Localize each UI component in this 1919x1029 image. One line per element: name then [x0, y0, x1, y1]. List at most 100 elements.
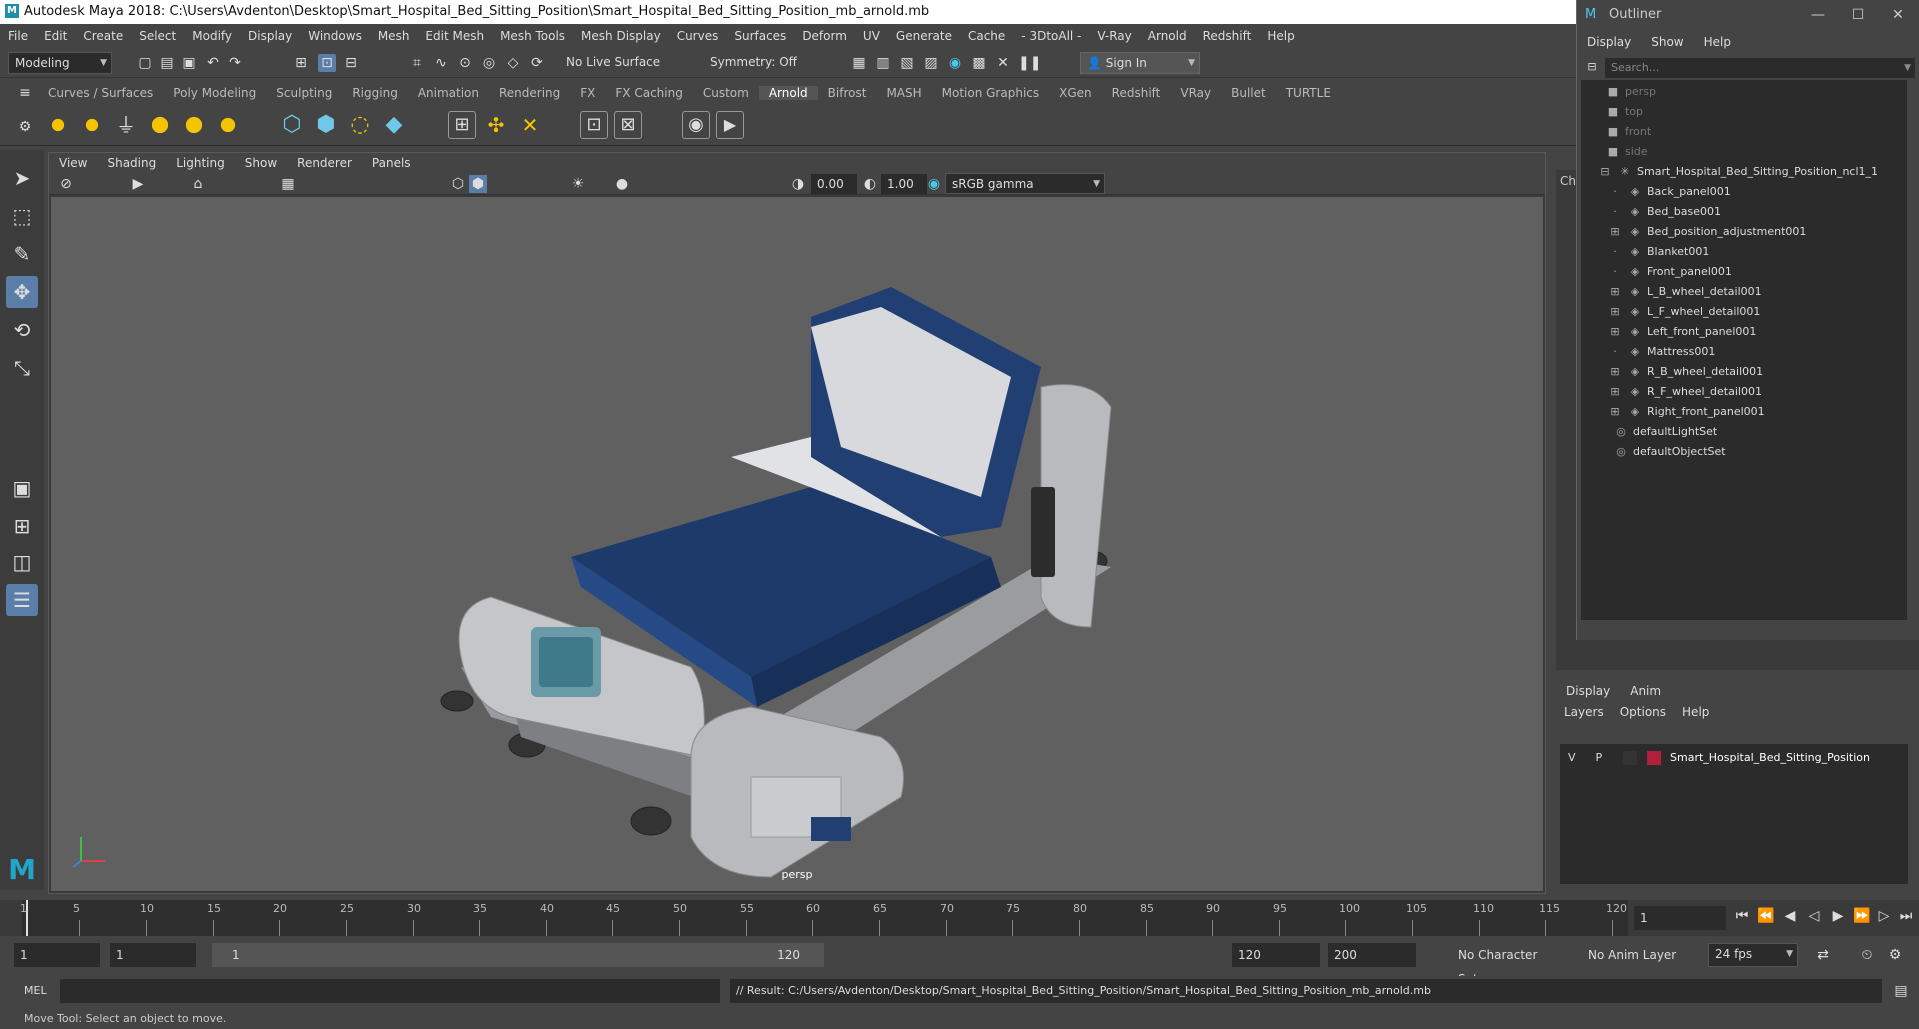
step-back-key-icon[interactable]: ⏪ [1756, 906, 1776, 926]
render-view-shelf-icon[interactable]: ⊡ [580, 111, 608, 139]
snap-rotate-icon[interactable]: ⟳ [528, 54, 546, 72]
command-input[interactable] [60, 979, 720, 1003]
start-time-field[interactable]: 1 [14, 943, 100, 967]
outliner-item[interactable]: ⊞ ◈ L_F_wheel_detail001 [1607, 302, 1760, 322]
paint-select-tool-icon[interactable]: ✎ [6, 238, 38, 270]
outliner-item[interactable]: · ◈ Back_panel001 [1607, 182, 1730, 202]
redo-icon[interactable]: ↷ [226, 54, 244, 72]
loop-icon[interactable]: ⇄ [1814, 946, 1832, 964]
export-standin-icon[interactable]: ⬢ [312, 111, 340, 139]
menu-mesh-display[interactable]: Mesh Display [573, 29, 669, 43]
menu-select[interactable]: Select [131, 29, 184, 43]
panel-menu-shading[interactable]: Shading [97, 156, 166, 170]
color-space-dropdown[interactable]: sRGB gamma ▼ [945, 173, 1105, 194]
arnold-render-icon[interactable]: ✕ [994, 54, 1012, 72]
spot-light-icon[interactable]: ⏚ [112, 111, 140, 139]
select-component-icon[interactable]: ⊟ [342, 54, 360, 72]
shelf-tab-turtle[interactable]: TURTLE [1276, 86, 1341, 100]
render-view-icon[interactable]: ▩ [970, 54, 988, 72]
expand-icon[interactable]: ⊞ [1607, 282, 1623, 302]
current-frame-field[interactable]: 1 [1634, 906, 1726, 930]
open-scene-icon[interactable]: ▤ [158, 54, 176, 72]
panel-menu-view[interactable]: View [49, 156, 97, 170]
bookmark-icon[interactable]: ⌂ [189, 175, 207, 193]
play-backward-icon[interactable]: ◁ [1804, 906, 1824, 926]
shelf-tab-animation[interactable]: Animation [408, 86, 489, 100]
four-view-layout-icon[interactable]: ⊞ [6, 510, 38, 542]
layer-tab-anim[interactable]: Anim [1620, 684, 1671, 698]
outliner-item[interactable]: ⊟ ✳ Smart_Hospital_Bed_Sitting_Position_nc… [1597, 162, 1878, 182]
menu-redshift[interactable]: Redshift [1195, 29, 1260, 43]
end-time-field[interactable]: 120 [1232, 943, 1320, 967]
outliner-item[interactable]: ◎ defaultObjectSet [1613, 442, 1725, 462]
select-object-icon[interactable]: ⊡ [318, 54, 336, 72]
outliner-item[interactable]: ◎ defaultLightSet [1613, 422, 1717, 442]
shelf-tab-curves-surfaces[interactable]: Curves / Surfaces [38, 86, 163, 100]
menu-uv[interactable]: UV [855, 29, 888, 43]
menu-cache[interactable]: Cache [960, 29, 1013, 43]
layer-menu-options[interactable]: Options [1612, 705, 1674, 719]
render-sequence-icon[interactable]: ▥ [874, 54, 892, 72]
symmetry-dropdown[interactable]: Symmetry: Off [704, 52, 804, 74]
shelf-tab-bifrost[interactable]: Bifrost [818, 86, 877, 100]
fps-dropdown[interactable]: 24 fps ▼ [1708, 943, 1798, 967]
shelf-menu-icon[interactable]: ≡ [16, 84, 34, 102]
expand-icon[interactable]: ⊞ [1607, 302, 1623, 322]
menu-modify[interactable]: Modify [184, 29, 240, 43]
save-scene-icon[interactable]: ▣ [180, 54, 198, 72]
shelf-tab-bullet[interactable]: Bullet [1221, 86, 1276, 100]
outliner-item[interactable]: · ◈ Mattress001 [1607, 342, 1715, 362]
hypershade-icon[interactable]: ◉ [946, 54, 964, 72]
shelf-tab-xgen[interactable]: XGen [1049, 86, 1102, 100]
volume-icon[interactable]: ◌ [346, 111, 374, 139]
outliner-item[interactable]: · ◈ Blanket001 [1607, 242, 1709, 262]
camera-select-icon[interactable]: ⊘ [57, 175, 75, 193]
sign-in-button[interactable]: 👤 Sign In ▼ [1080, 52, 1200, 74]
snap-point-icon[interactable]: ⊙ [456, 54, 474, 72]
flush-cache-icon[interactable]: ✣ [482, 111, 510, 139]
new-scene-icon[interactable]: ▢ [136, 54, 154, 72]
layer-menu-layers[interactable]: Layers [1556, 705, 1612, 719]
channel-box-tab[interactable]: Ch [1560, 174, 1576, 188]
auto-key-icon[interactable]: ⏲ [1858, 946, 1876, 964]
filter-icon[interactable]: ⊟ [1583, 58, 1601, 76]
outliner-item[interactable]: ⊞ ◈ Left_front_panel001 [1607, 322, 1756, 342]
shelf-settings-icon[interactable]: ⚙ [16, 118, 34, 136]
menu-mesh-tools[interactable]: Mesh Tools [492, 29, 573, 43]
undo-icon[interactable]: ↶ [204, 54, 222, 72]
outliner-item[interactable]: · ◈ Front_panel001 [1607, 262, 1732, 282]
ipr-render-icon[interactable]: ▧ [898, 54, 916, 72]
play-render-icon[interactable]: ▶ [716, 111, 744, 139]
outliner-item[interactable]: ⊞ ◈ L_B_wheel_detail001 [1607, 282, 1761, 302]
gamma-icon[interactable]: ◐ [861, 175, 879, 193]
play-forward-icon[interactable]: ▶ [1828, 906, 1848, 926]
menu--3dtoall-[interactable]: - 3DtoAll - [1013, 29, 1089, 43]
outliner-menu-display[interactable]: Display [1577, 35, 1641, 49]
menu-curves[interactable]: Curves [669, 29, 727, 43]
smooth-shade-icon[interactable]: ⬢ [469, 175, 487, 193]
anim-end-field[interactable]: 200 [1328, 943, 1416, 967]
outliner-item[interactable]: ⊞ ◈ Bed_position_adjustment001 [1607, 222, 1806, 242]
menu-generate[interactable]: Generate [888, 29, 960, 43]
shelf-tab-fx[interactable]: FX [570, 86, 605, 100]
step-back-frame-icon[interactable]: ◀ [1780, 906, 1800, 926]
grid-toggle-icon[interactable]: ▦ [279, 175, 297, 193]
outliner-item[interactable]: ■ side [1605, 142, 1648, 162]
shelf-tab-arnold[interactable]: Arnold [758, 86, 818, 100]
expand-icon[interactable]: ⊞ [1607, 322, 1623, 342]
render-frame-icon[interactable]: ▦ [850, 54, 868, 72]
menu-v-ray[interactable]: V-Ray [1089, 29, 1139, 43]
single-perspective-layout-icon[interactable]: ▣ [6, 472, 38, 504]
menu-arnold[interactable]: Arnold [1140, 29, 1195, 43]
expand-icon[interactable]: ⊞ [1607, 362, 1623, 382]
shelf-tab-custom[interactable]: Custom [693, 86, 759, 100]
menu-set-dropdown[interactable]: Modeling ▼ [8, 52, 112, 74]
rotate-tool-icon[interactable]: ⟲ [6, 314, 38, 346]
time-slider[interactable]: 1 5 10 15 20 25 30 35 40 45 50 55 60 65 70 75 80 85 90 95 10… [0, 900, 1919, 936]
menu-file[interactable]: File [0, 29, 36, 43]
wireframe-icon[interactable]: ⬡ [449, 175, 467, 193]
outliner-item[interactable]: ■ top [1605, 102, 1643, 122]
menu-edit[interactable]: Edit [36, 29, 75, 43]
3d-viewport[interactable]: persp [51, 197, 1543, 891]
anim-layer-dropdown[interactable]: No Anim Layer [1582, 943, 1688, 967]
